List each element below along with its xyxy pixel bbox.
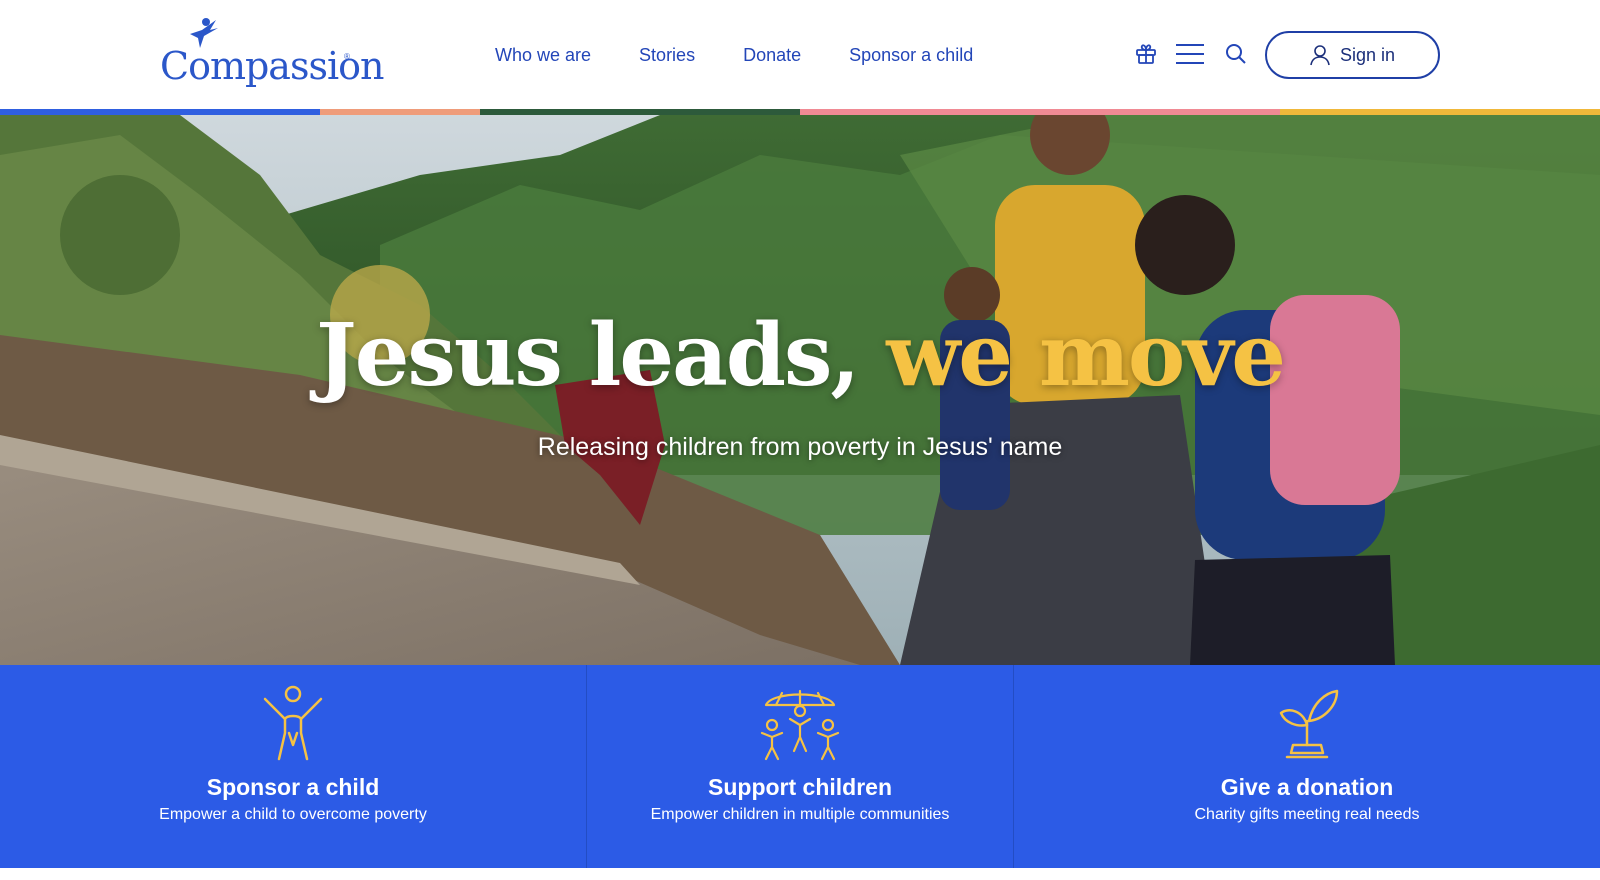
menu-button[interactable] [1172,36,1208,72]
sign-in-label: Sign in [1339,44,1396,65]
page-bottom [0,868,1600,880]
site-header: Compassion ® Who we are Stories Donate S… [0,0,1600,109]
nav-sponsor-a-child[interactable]: Sponsor a child [849,40,973,70]
logo-registered-mark: ® [344,52,350,61]
user-icon [1310,45,1330,66]
header-tools [1130,36,1268,72]
hero-title-main: Jesus leads, [316,305,887,406]
card-subtitle: Charity gifts meeting real needs [1194,806,1420,823]
card-title: Give a donation [1220,774,1394,800]
main-nav: Who we are Stories Donate Sponsor a chil… [495,40,973,70]
action-cards: Sponsor a child Empower a child to overc… [0,665,1600,868]
hero-subtitle: Releasing children from poverty in Jesus… [537,433,1063,461]
card-subtitle: Empower children in multiple communities [650,806,950,823]
card-support-children[interactable]: Support children Empower children in mul… [587,665,1014,868]
hero-title-accent: we move [886,305,1286,406]
gift-button[interactable] [1130,36,1162,72]
card-sponsor-a-child[interactable]: Sponsor a child Empower a child to overc… [0,665,587,868]
nav-who-we-are[interactable]: Who we are [495,40,591,70]
compassion-logo[interactable]: Compassion ® [160,16,384,88]
children-group-icon [760,689,840,761]
card-give-a-donation[interactable]: Give a donation Charity gifts meeting re… [1014,665,1600,868]
nav-stories[interactable]: Stories [639,40,695,70]
search-icon [1226,44,1246,64]
menu-icon [1176,44,1204,64]
logo-wordmark: Compassion [160,44,384,88]
card-title: Sponsor a child [206,774,380,800]
gift-icon [1136,44,1156,64]
search-button[interactable] [1220,36,1252,72]
hero-banner: Jesus leads, we move Releasing children … [0,115,1600,665]
card-subtitle: Empower a child to overcome poverty [159,806,427,823]
sign-in-button[interactable]: Sign in [1265,31,1440,79]
hero-title: Jesus leads, we move [0,305,1600,406]
nav-donate[interactable]: Donate [743,40,801,70]
card-title: Support children [708,774,892,800]
plant-icon [1279,689,1339,759]
child-icon [263,685,323,761]
